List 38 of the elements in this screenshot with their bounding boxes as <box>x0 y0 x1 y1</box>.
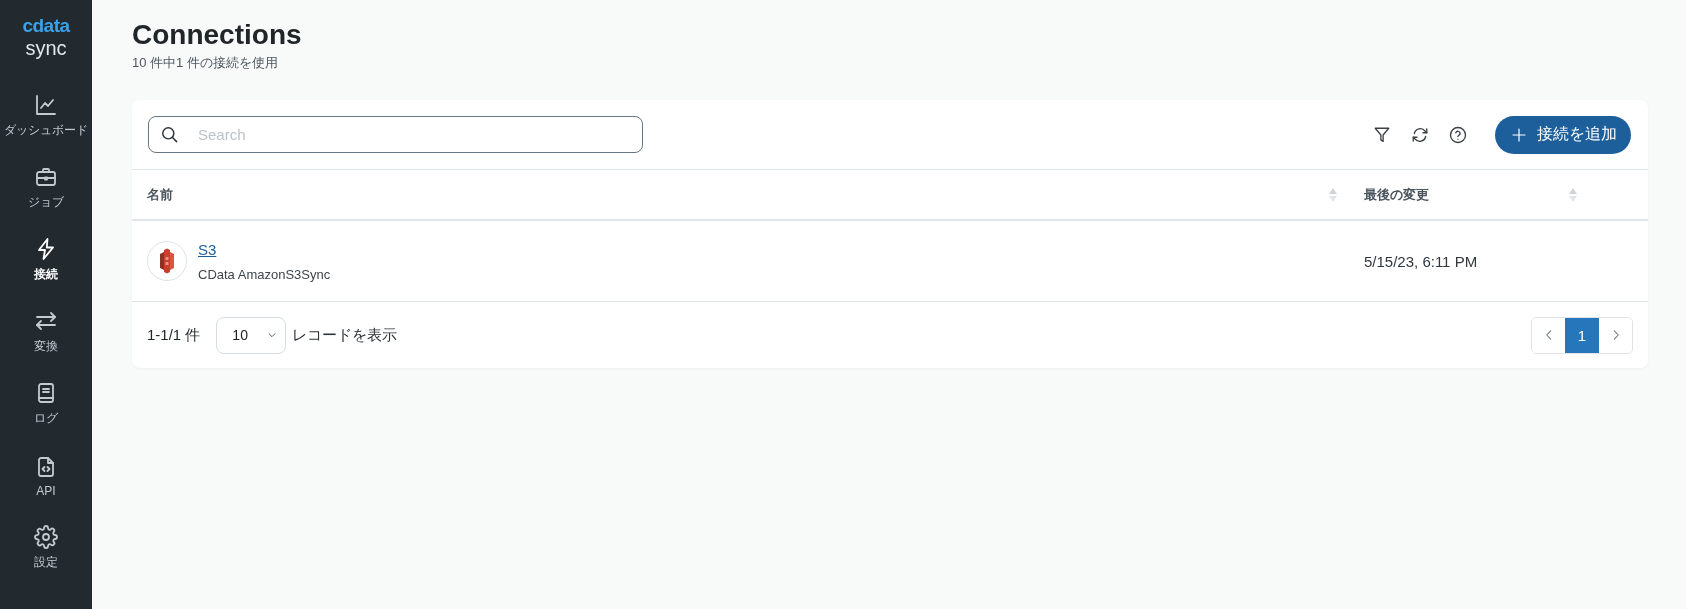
filter-icon <box>1373 125 1391 144</box>
column-header[interactable]: 名前 <box>147 185 173 204</box>
brand-logo: cdata <box>22 16 70 36</box>
product-name: sync <box>25 36 67 60</box>
column-header[interactable]: 最後の変更 <box>1364 185 1429 204</box>
line-chart-icon <box>34 93 58 117</box>
record-range: 1-1/1 件 <box>147 325 201 345</box>
sort-icon[interactable] <box>1329 187 1337 202</box>
page-title: Connections <box>132 18 303 52</box>
add-connection-button[interactable]: 接続を追加 <box>1495 115 1631 154</box>
nav-item[interactable]: ログ <box>0 368 92 440</box>
search-field[interactable]: Search <box>148 116 643 153</box>
help-button[interactable] <box>1449 125 1467 144</box>
plus-icon <box>1511 126 1527 143</box>
refresh-icon <box>1411 125 1429 144</box>
nav-item[interactable]: 接続 <box>0 224 92 296</box>
briefcase-icon <box>34 165 58 189</box>
settings-icon <box>34 525 58 549</box>
page-subtitle: 10 件中1 件の接続を使用 <box>132 54 279 72</box>
nav-item[interactable]: API <box>0 440 92 512</box>
nav-item[interactable]: 変換 <box>0 296 92 368</box>
caret-icon <box>267 330 278 340</box>
nav-item[interactable]: ダッシュボード <box>0 80 92 152</box>
connector-logo-icon <box>147 241 187 281</box>
sort-icon[interactable] <box>1569 187 1577 202</box>
page-button[interactable]: 1 <box>1565 317 1599 353</box>
connector-name: CData AmazonS3Sync <box>198 266 331 282</box>
refresh-button[interactable] <box>1411 125 1429 144</box>
page-size-select[interactable]: 10 <box>216 316 287 354</box>
connection-link[interactable]: S3 <box>198 240 217 258</box>
help-icon <box>1449 125 1467 144</box>
search-icon <box>160 125 179 144</box>
nav-item[interactable]: ジョブ <box>0 152 92 224</box>
page-size-label: レコードを表示 <box>292 325 398 345</box>
modified-date: 5/15/23, 6:11 PM <box>1364 252 1478 270</box>
filter-button[interactable] <box>1373 125 1391 144</box>
nav-item[interactable]: 設定 <box>0 512 92 584</box>
swap-arrows-icon <box>34 309 58 333</box>
